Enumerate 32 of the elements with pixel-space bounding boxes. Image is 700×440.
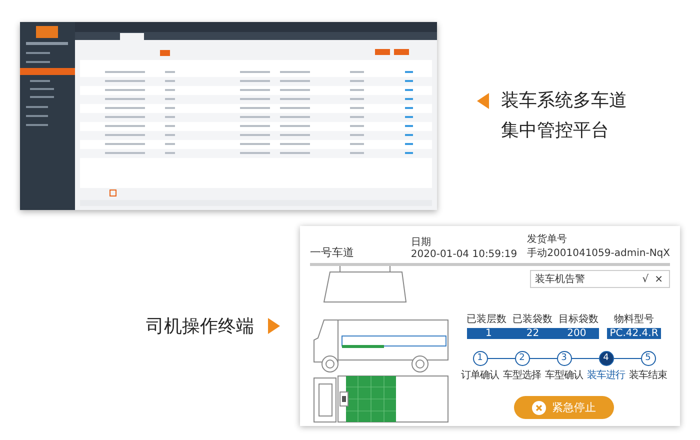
step-label: 装车进行 (587, 368, 625, 382)
close-circle-icon (532, 400, 546, 414)
step-label: 订单确认 (461, 368, 499, 382)
step-label: 装车结束 (629, 368, 667, 382)
stat-value: 22 (525, 328, 540, 339)
step-number: 5 (640, 351, 656, 366)
confirm-button[interactable]: √ (640, 274, 651, 284)
order-value: 手动2001041059-admin-NqX (527, 246, 670, 260)
step-label: 车型选择 (503, 368, 541, 382)
caption-text: 装车系统多车道 (501, 89, 627, 113)
step-label: 车型确认 (545, 368, 583, 382)
step-number: 2 (514, 351, 530, 366)
stat-label: 已装层数 (466, 312, 507, 326)
triangle-icon (477, 93, 489, 109)
close-button[interactable]: × (652, 274, 665, 284)
date-value: 2020-01-04 10:59:19 (410, 249, 518, 260)
alarm-text: 装车机告警 (535, 272, 585, 286)
triangle-icon (268, 318, 280, 334)
material-label: 物料型号 (613, 312, 655, 326)
stat-label: 已装袋数 (512, 312, 553, 326)
date-label: 日期 (410, 236, 432, 249)
step-number: 3 (556, 351, 572, 366)
caption-text: 司机操作终端 (146, 315, 254, 338)
material-value: PC.42.4.R (606, 328, 662, 339)
stat-label: 目标袋数 (558, 312, 599, 326)
step-number: 1 (472, 351, 488, 366)
order-label: 发货单号 (527, 232, 568, 246)
step-number: 4 (598, 351, 614, 366)
lane-title: 一号车道 (310, 245, 355, 260)
caption-text: 集中管控平台 (501, 119, 610, 143)
stat-value: 200 (566, 328, 588, 339)
stat-value: 1 (484, 328, 493, 339)
